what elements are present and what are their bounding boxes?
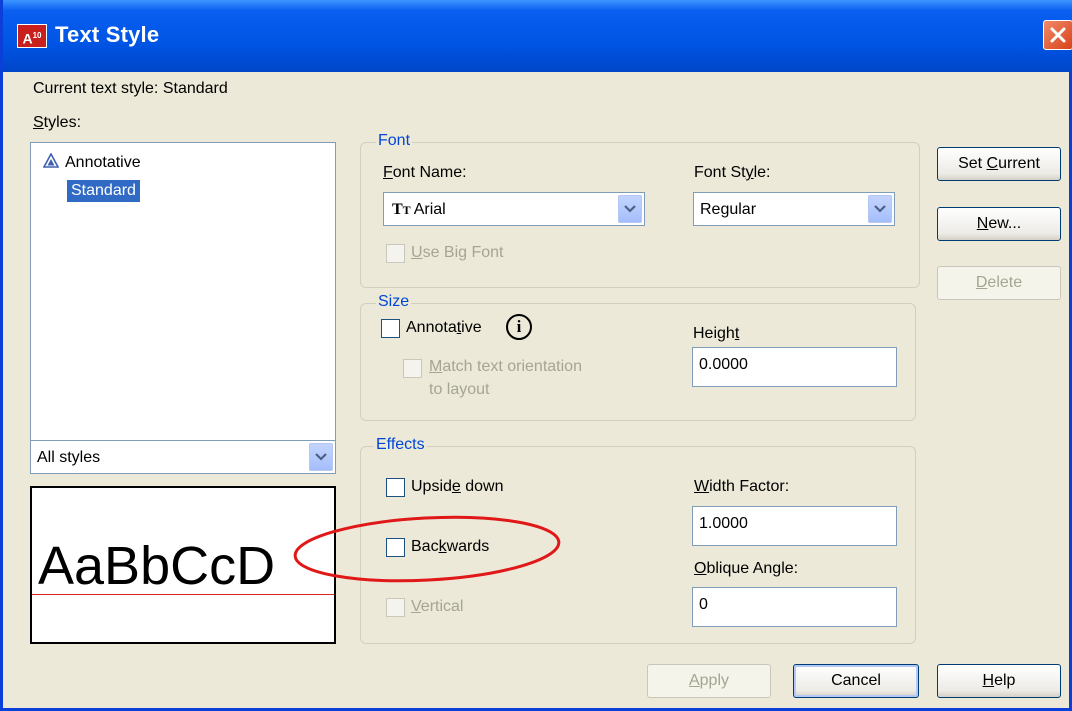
preview-baseline — [32, 594, 334, 595]
oblique-angle-field[interactable]: 0 — [692, 587, 897, 627]
size-group-title: Size — [376, 293, 412, 311]
chevron-down-icon[interactable] — [618, 195, 642, 223]
styles-label: Styles: — [33, 114, 82, 131]
set-current-button[interactable]: Set Current — [937, 147, 1061, 181]
new-button[interactable]: New... — [937, 207, 1061, 241]
annotative-checkbox[interactable] — [381, 319, 400, 338]
font-name-label: Font Name: — [383, 164, 467, 181]
font-group-title: Font — [376, 132, 413, 150]
upside-down-label: Upside down — [411, 478, 504, 495]
font-name-dropdown[interactable]: TT Arial — [383, 192, 645, 226]
font-style-label: Font Style: — [694, 164, 771, 181]
autocad-app-icon: A10 — [17, 24, 47, 48]
font-style-dropdown[interactable]: Regular — [693, 192, 895, 226]
list-item-standard[interactable]: Standard — [66, 179, 141, 203]
font-name-value: Arial — [413, 201, 446, 218]
truetype-icon: TT — [392, 201, 411, 218]
match-orientation-checkbox[interactable] — [403, 359, 422, 378]
height-value: 0.0000 — [699, 356, 748, 373]
current-style-label: Current text style: — [33, 80, 159, 97]
annotative-icon — [42, 152, 60, 168]
width-factor-value: 1.0000 — [699, 515, 748, 532]
oblique-angle-value: 0 — [699, 596, 708, 613]
upside-down-checkbox[interactable] — [386, 478, 405, 497]
width-factor-label: Width Factor: — [694, 478, 790, 495]
close-icon — [1050, 27, 1066, 43]
match-orientation-label-line2: to layout — [429, 381, 490, 398]
current-style-line: Current text style: Standard — [33, 80, 228, 98]
chevron-down-icon[interactable] — [309, 443, 333, 471]
title-bar[interactable]: A10 Text Style — [3, 0, 1072, 72]
effects-group-title: Effects — [374, 436, 427, 454]
annotation-ellipse — [293, 515, 561, 583]
list-item-annotative[interactable]: Annotative — [42, 152, 141, 172]
window-title: Text Style — [55, 22, 160, 47]
styles-list[interactable]: Annotative Standard — [30, 142, 336, 452]
close-button[interactable] — [1043, 20, 1072, 50]
match-orientation-label: Match text orientation — [429, 358, 582, 375]
height-field[interactable]: 0.0000 — [692, 347, 897, 387]
current-style-value: Standard — [162, 80, 228, 97]
cancel-button[interactable]: Cancel — [793, 664, 919, 698]
help-button[interactable]: Help — [937, 664, 1061, 698]
annotative-label: Annotative — [406, 319, 482, 336]
text-style-dialog: A10 Text Style Current text style: Stand… — [0, 0, 1072, 711]
oblique-angle-label: Oblique Angle: — [694, 560, 799, 577]
use-big-font-checkbox[interactable] — [386, 244, 405, 263]
vertical-checkbox[interactable] — [386, 598, 405, 617]
info-icon[interactable]: i — [506, 314, 532, 340]
height-label: Height — [693, 325, 740, 342]
style-preview: AaBbCcD — [30, 486, 336, 644]
styles-filter-dropdown[interactable]: All styles — [30, 440, 336, 474]
use-big-font-label: Use Big Font — [411, 244, 504, 261]
preview-sample-text: AaBbCcD — [38, 536, 276, 596]
chevron-down-icon[interactable] — [868, 195, 892, 223]
font-style-value: Regular — [700, 201, 757, 218]
width-factor-field[interactable]: 1.0000 — [692, 506, 897, 546]
apply-button[interactable]: Apply — [647, 664, 771, 698]
vertical-label: Vertical — [411, 598, 464, 615]
styles-filter-value: All styles — [37, 449, 101, 466]
delete-button[interactable]: Delete — [937, 266, 1061, 300]
